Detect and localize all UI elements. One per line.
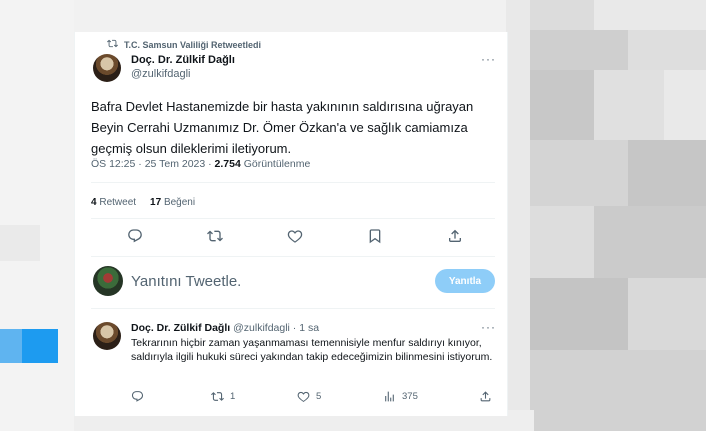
blurred-background-block [628, 30, 706, 70]
retweet-icon [211, 392, 224, 401]
author-name[interactable]: Doç. Dr. Zülkif Dağlı [131, 54, 235, 66]
tweet-stats: 4 Retweet 17 Beğeni [91, 197, 195, 208]
reply-views-button[interactable]: 375 [383, 390, 418, 403]
reply-text: Tekrarının hiçbir zaman yaşanmaması teme… [131, 337, 493, 363]
retweet-icon[interactable] [207, 228, 223, 244]
retweet-stat[interactable]: 4 Retweet [91, 197, 136, 208]
reply-retweet-button[interactable]: 1 [211, 390, 235, 403]
blurred-background-block [594, 206, 706, 278]
divider [91, 308, 495, 309]
tweet-text: Bafra Devlet Hastanemizde bir hasta yakı… [91, 99, 474, 156]
tweet-actions [75, 228, 507, 248]
tweet-views-label: Görüntülenme [240, 158, 311, 170]
current-user-avatar[interactable] [93, 266, 123, 296]
blurred-background-block [628, 140, 706, 206]
author-avatar[interactable] [93, 54, 121, 82]
blurred-background-block [0, 0, 74, 431]
reply-views-count: 375 [402, 391, 418, 402]
reply-actions: 1 5 375 [75, 390, 507, 406]
reply-like-count: 5 [316, 391, 322, 402]
blurred-background-block [0, 329, 22, 363]
divider [91, 182, 495, 183]
blurred-background-block [530, 350, 706, 431]
reply-author-name[interactable]: Doç. Dr. Zülkif Dağlı [131, 322, 230, 334]
share-icon[interactable] [447, 228, 463, 244]
reply-button[interactable]: Yanıtla [435, 269, 495, 293]
blurred-background-block [0, 225, 40, 261]
reply-retweet-count: 1 [230, 391, 236, 402]
reply-share-button[interactable] [479, 390, 492, 403]
tweet-card: T.C. Samsun Valiliği Retweetledi Doç. Dr… [74, 32, 508, 416]
divider [91, 256, 495, 257]
more-options-icon[interactable]: ··· [481, 52, 496, 66]
reply-reply-button[interactable] [131, 390, 144, 403]
analytics-icon [385, 391, 394, 402]
reply-input[interactable]: Yanıtını Tweetle. [131, 273, 241, 290]
retweet-label: T.C. Samsun Valiliği Retweetledi [124, 39, 262, 50]
divider [91, 218, 495, 219]
author-handle[interactable]: @zulkifdagli [131, 68, 235, 80]
tweet-views-count: 2.754 [214, 158, 241, 170]
share-icon [480, 391, 491, 402]
like-stat[interactable]: 17 Beğeni [150, 197, 195, 208]
blurred-background-block [530, 278, 628, 350]
blurred-background-block [74, 0, 506, 32]
retweet-indicator[interactable]: T.C. Samsun Valiliği Retweetledi [107, 38, 261, 51]
blurred-background-block [530, 70, 594, 140]
reply-time[interactable]: · 1 sa [293, 322, 319, 334]
more-options-icon[interactable]: ··· [481, 320, 496, 334]
blurred-background-block [628, 278, 706, 350]
tweet-time[interactable]: ÖS 12:25 · 25 Tem 2023 · [91, 158, 215, 170]
blurred-background-block [530, 140, 628, 206]
bookmark-icon[interactable] [367, 228, 383, 244]
retweet-icon [107, 38, 118, 51]
blurred-background-block [530, 0, 594, 30]
reply-author-handle[interactable]: @zulkifdagli [233, 322, 290, 334]
reply-icon[interactable] [127, 228, 143, 244]
reply-icon [131, 391, 144, 402]
reply-header: Doç. Dr. Zülkif Dağlı @zulkifdagli · 1 s… [131, 322, 319, 334]
tweet-meta: ÖS 12:25 · 25 Tem 2023 · 2.754 Görüntüle… [91, 158, 310, 170]
reply-like-button[interactable]: 5 [297, 390, 321, 403]
reply-author-avatar[interactable] [93, 322, 121, 350]
blurred-background-block [594, 70, 664, 140]
blurred-background-block [530, 30, 628, 70]
blurred-background-block [530, 206, 594, 278]
heart-icon [297, 391, 310, 403]
heart-icon[interactable] [287, 228, 303, 244]
